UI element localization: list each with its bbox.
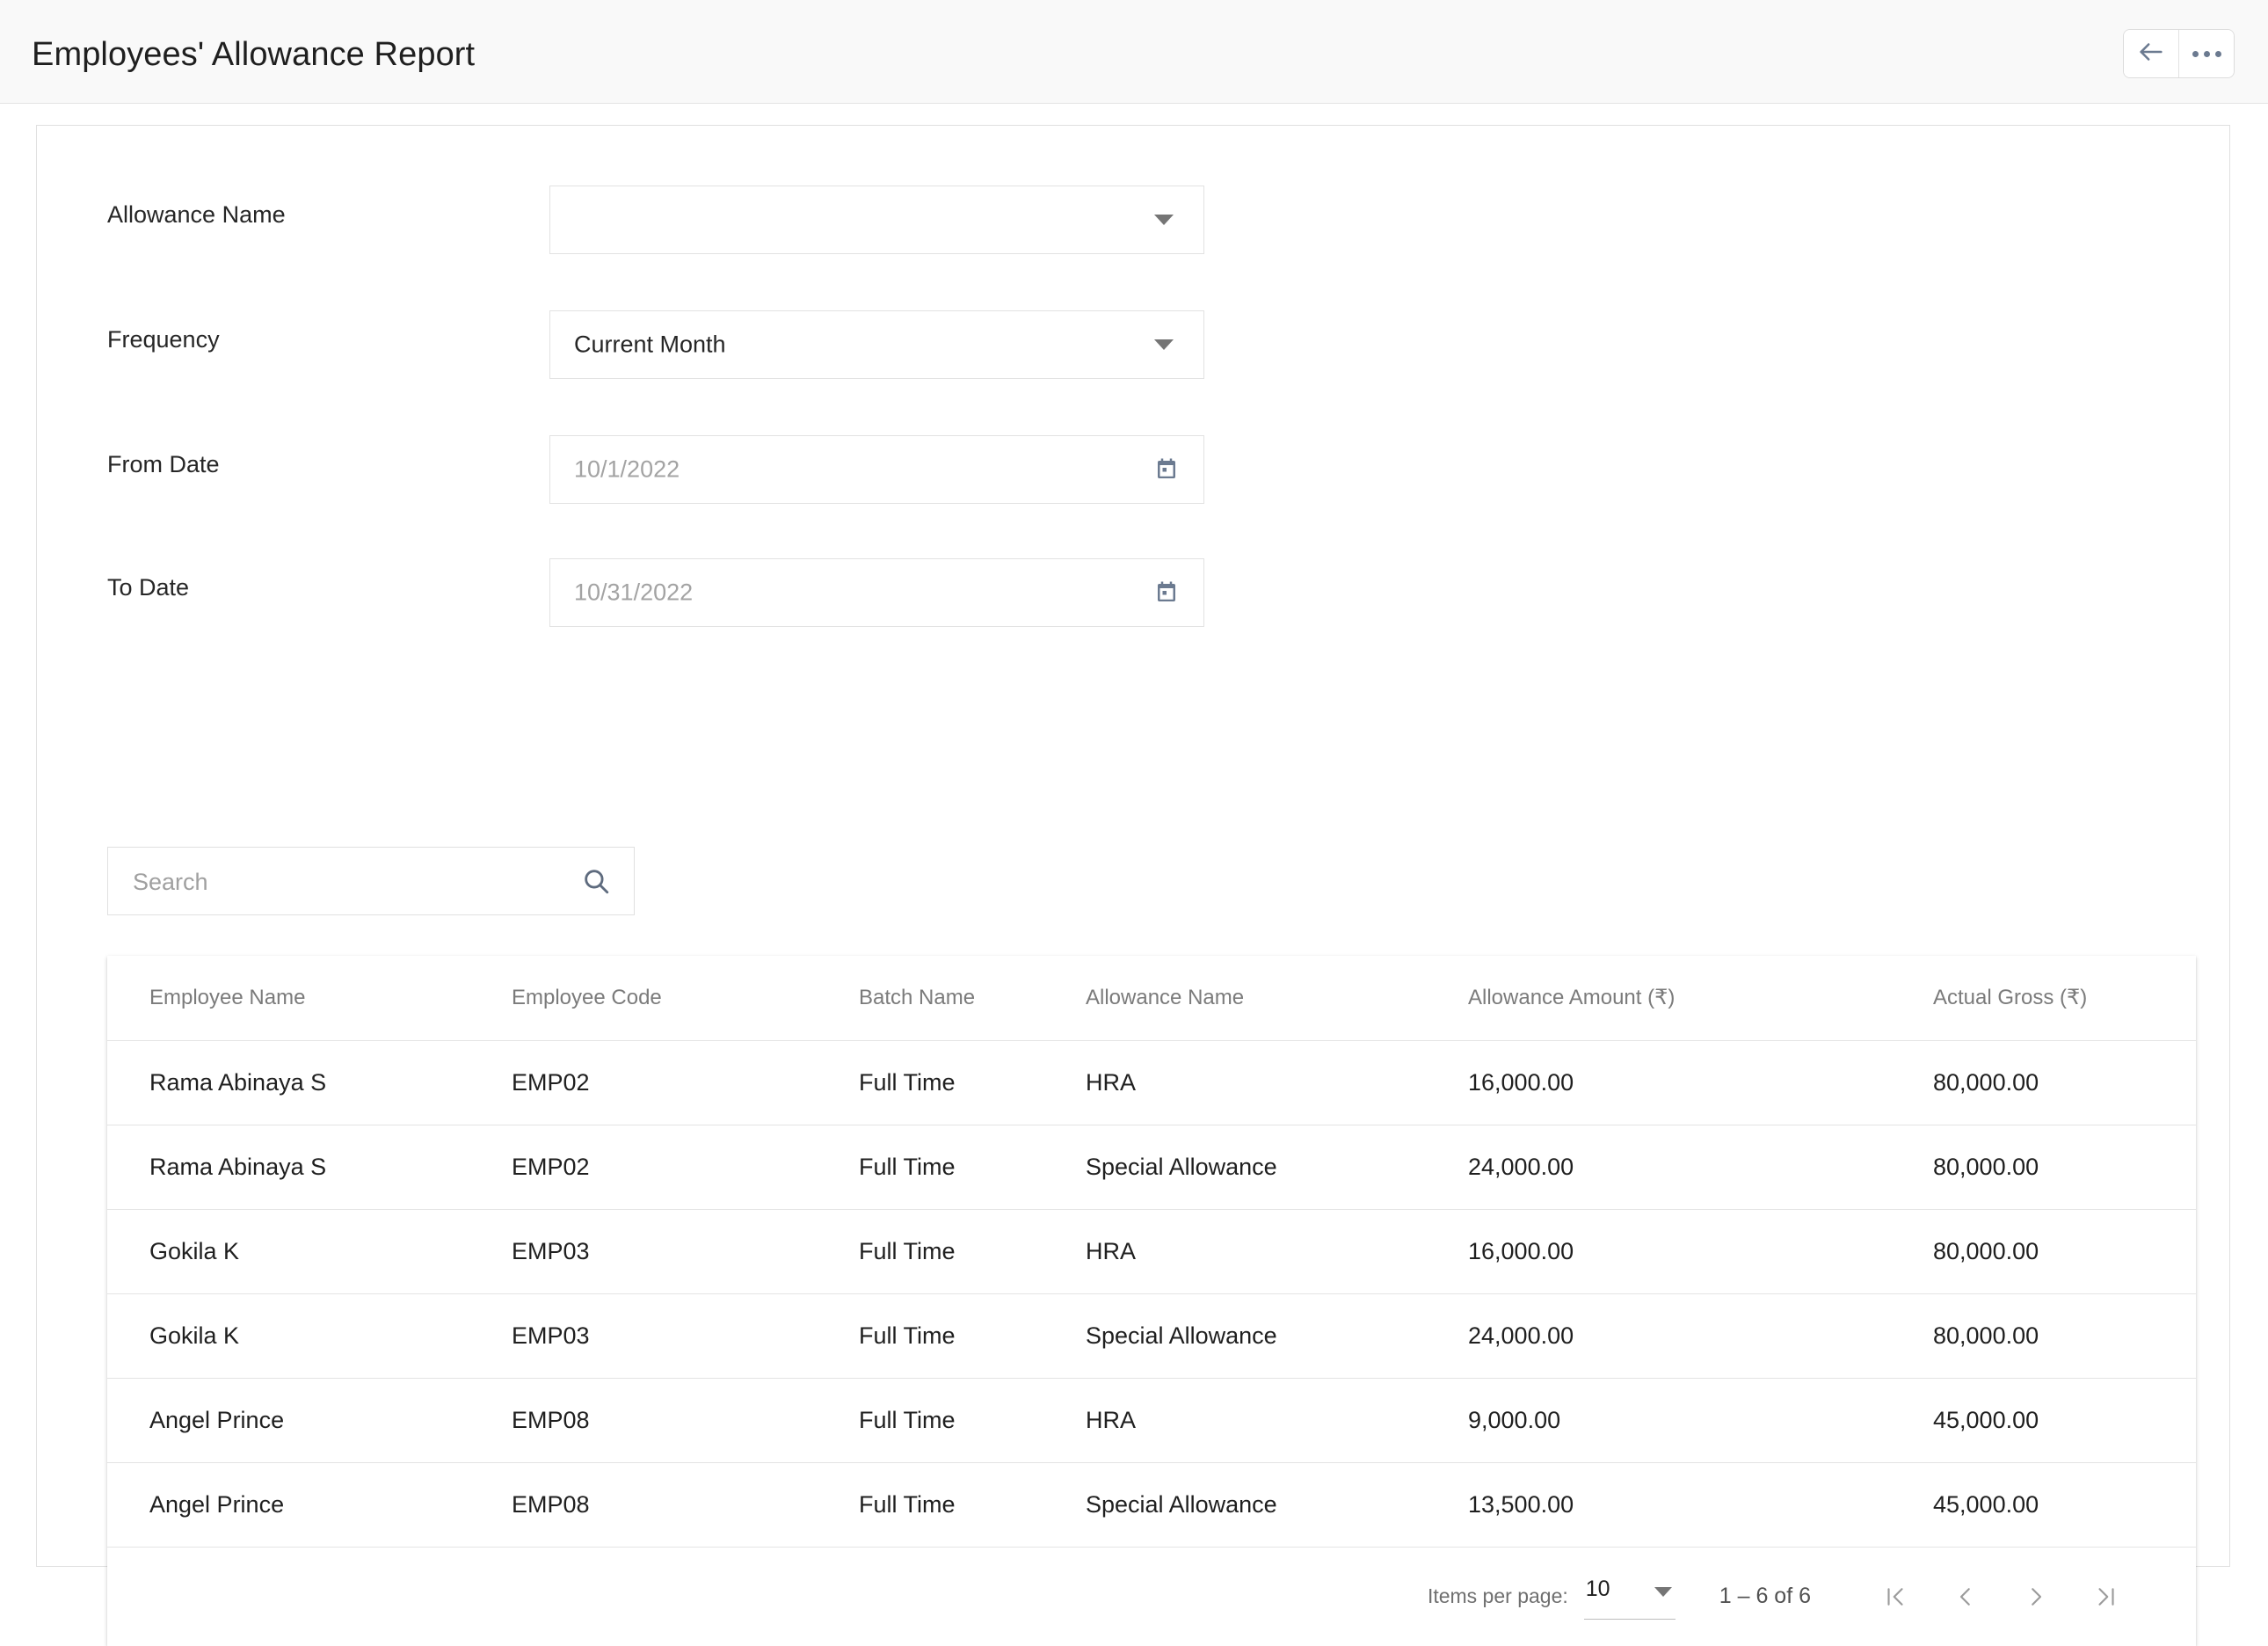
cell-batch-name: Full Time bbox=[859, 1040, 1086, 1125]
cell-employee-name: Angel Prince bbox=[107, 1462, 512, 1548]
cell-batch-name: Full Time bbox=[859, 1293, 1086, 1379]
cell-employee-code: EMP03 bbox=[512, 1209, 859, 1294]
to-date-value: 10/31/2022 bbox=[574, 579, 694, 606]
cell-allowance-name: HRA bbox=[1086, 1209, 1468, 1294]
cell-employee-name: Gokila K bbox=[107, 1209, 512, 1294]
previous-page-button[interactable] bbox=[1930, 1569, 2001, 1625]
items-per-page-select[interactable]: 10 bbox=[1583, 1573, 1676, 1620]
chevron-down-icon bbox=[1154, 215, 1174, 225]
frequency-select[interactable]: Current Month bbox=[549, 310, 1204, 379]
cell-batch-name: Full Time bbox=[859, 1462, 1086, 1548]
table-header: Employee Name Employee Code Batch Name A… bbox=[107, 956, 2196, 1041]
cell-actual-gross: 80,000.00 bbox=[1933, 1293, 2196, 1379]
search-icon[interactable] bbox=[581, 866, 611, 896]
cell-allowance-name: HRA bbox=[1086, 1040, 1468, 1125]
column-header-actual-gross[interactable]: Actual Gross (₹) bbox=[1933, 956, 2196, 1041]
column-header-batch-name[interactable]: Batch Name bbox=[859, 956, 1086, 1041]
column-header-allowance-amount[interactable]: Allowance Amount (₹) bbox=[1468, 956, 1933, 1041]
table-row[interactable]: Gokila K EMP03 Full Time Special Allowan… bbox=[107, 1293, 2196, 1379]
items-per-page-value: 10 bbox=[1585, 1577, 1610, 1601]
calendar-icon[interactable] bbox=[1153, 456, 1180, 483]
field-allowance-name: Allowance Name bbox=[37, 186, 2229, 254]
first-page-button[interactable] bbox=[1860, 1569, 1930, 1625]
cell-employee-code: EMP02 bbox=[512, 1125, 859, 1210]
search-field[interactable] bbox=[107, 847, 635, 916]
header-actions bbox=[2123, 29, 2235, 78]
cell-allowance-name: HRA bbox=[1086, 1378, 1468, 1463]
cell-employee-code: EMP02 bbox=[512, 1040, 859, 1125]
cell-employee-name: Rama Abinaya S bbox=[107, 1040, 512, 1125]
field-label-frequency: Frequency bbox=[107, 326, 220, 353]
last-page-button[interactable] bbox=[2071, 1569, 2141, 1625]
cell-allowance-amount: 24,000.00 bbox=[1468, 1293, 1933, 1379]
field-label-allowance-name: Allowance Name bbox=[107, 201, 286, 228]
field-label-to-date: To Date bbox=[107, 574, 190, 601]
chevron-down-icon bbox=[1154, 339, 1174, 350]
pagination-range-label: 1 – 6 of 6 bbox=[1719, 1584, 1811, 1608]
cell-employee-name: Gokila K bbox=[107, 1293, 512, 1379]
table-header-row: Employee Name Employee Code Batch Name A… bbox=[107, 956, 2196, 1041]
allowance-table: Employee Name Employee Code Batch Name A… bbox=[107, 956, 2196, 1548]
cell-actual-gross: 80,000.00 bbox=[1933, 1125, 2196, 1210]
field-from-date: From Date 10/1/2022 bbox=[37, 435, 2229, 504]
from-date-value: 10/1/2022 bbox=[574, 455, 680, 483]
results-table-card: Employee Name Employee Code Batch Name A… bbox=[107, 956, 2196, 1646]
table-row[interactable]: Angel Prince EMP08 Full Time HRA 9,000.0… bbox=[107, 1378, 2196, 1463]
search-input[interactable] bbox=[131, 848, 539, 916]
calendar-icon[interactable] bbox=[1153, 579, 1180, 606]
cell-actual-gross: 45,000.00 bbox=[1933, 1378, 2196, 1463]
column-header-employee-code[interactable]: Employee Code bbox=[512, 956, 859, 1041]
cell-employee-name: Rama Abinaya S bbox=[107, 1125, 512, 1210]
field-label-from-date: From Date bbox=[107, 451, 220, 477]
cell-batch-name: Full Time bbox=[859, 1378, 1086, 1463]
table-row[interactable]: Gokila K EMP03 Full Time HRA 16,000.00 8… bbox=[107, 1209, 2196, 1294]
report-card: Allowance Name Frequency Current Month F… bbox=[36, 125, 2230, 1646]
cell-allowance-amount: 9,000.00 bbox=[1468, 1378, 1933, 1463]
app-header: Employees' Allowance Report bbox=[0, 0, 2268, 104]
table-row[interactable]: Angel Prince EMP08 Full Time Special All… bbox=[107, 1462, 2196, 1548]
table-row[interactable]: Rama Abinaya S EMP02 Full Time Special A… bbox=[107, 1125, 2196, 1210]
chevron-down-icon bbox=[1654, 1587, 1672, 1597]
column-header-employee-name[interactable]: Employee Name bbox=[107, 956, 512, 1041]
cell-batch-name: Full Time bbox=[859, 1209, 1086, 1294]
cell-employee-code: EMP08 bbox=[512, 1378, 859, 1463]
cell-batch-name: Full Time bbox=[859, 1125, 1086, 1210]
cell-actual-gross: 45,000.00 bbox=[1933, 1462, 2196, 1548]
cell-allowance-amount: 16,000.00 bbox=[1468, 1040, 1933, 1125]
cell-allowance-amount: 16,000.00 bbox=[1468, 1209, 1933, 1294]
more-horizontal-icon bbox=[2192, 50, 2221, 57]
cell-allowance-name: Special Allowance bbox=[1086, 1462, 1468, 1548]
cell-allowance-amount: 24,000.00 bbox=[1468, 1125, 1933, 1210]
paginator: Items per page: 10 1 – 6 of 6 bbox=[107, 1548, 2196, 1646]
table-body: Rama Abinaya S EMP02 Full Time HRA 16,00… bbox=[107, 1040, 2196, 1548]
cell-actual-gross: 80,000.00 bbox=[1933, 1209, 2196, 1294]
cell-actual-gross: 80,000.00 bbox=[1933, 1040, 2196, 1125]
column-header-allowance-name[interactable]: Allowance Name bbox=[1086, 956, 1468, 1041]
allowance-name-select[interactable] bbox=[549, 186, 1204, 254]
back-arrow-icon bbox=[2136, 37, 2166, 71]
items-per-page-label: Items per page: bbox=[1427, 1584, 1568, 1607]
more-options-button[interactable] bbox=[2178, 30, 2234, 77]
table-row[interactable]: Rama Abinaya S EMP02 Full Time HRA 16,00… bbox=[107, 1040, 2196, 1125]
cell-employee-code: EMP08 bbox=[512, 1462, 859, 1548]
cell-allowance-name: Special Allowance bbox=[1086, 1293, 1468, 1379]
page-title: Employees' Allowance Report bbox=[32, 36, 476, 73]
next-page-button[interactable] bbox=[2001, 1569, 2071, 1625]
cell-allowance-name: Special Allowance bbox=[1086, 1125, 1468, 1210]
from-date-field[interactable]: 10/1/2022 bbox=[549, 435, 1204, 504]
frequency-value: Current Month bbox=[574, 331, 726, 358]
back-button[interactable] bbox=[2124, 30, 2178, 77]
to-date-field[interactable]: 10/31/2022 bbox=[549, 558, 1204, 627]
field-to-date: To Date 10/31/2022 bbox=[37, 558, 2229, 627]
cell-employee-code: EMP03 bbox=[512, 1293, 859, 1379]
cell-employee-name: Angel Prince bbox=[107, 1378, 512, 1463]
field-frequency: Frequency Current Month bbox=[37, 310, 2229, 379]
cell-allowance-amount: 13,500.00 bbox=[1468, 1462, 1933, 1548]
page-body: Allowance Name Frequency Current Month F… bbox=[0, 104, 2268, 1646]
